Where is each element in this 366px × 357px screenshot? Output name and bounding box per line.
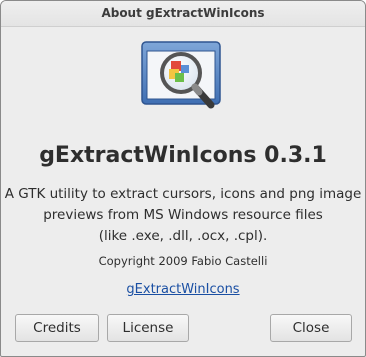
close-button[interactable]: Close bbox=[270, 314, 352, 342]
description-line: A GTK utility to extract cursors, icons … bbox=[4, 186, 362, 202]
credits-button[interactable]: Credits bbox=[15, 314, 99, 342]
app-description: A GTK utility to extract cursors, icons … bbox=[1, 184, 365, 247]
description-line: previews from MS Windows resource files bbox=[43, 207, 323, 223]
magnifier-window-icon bbox=[139, 39, 225, 115]
website-link[interactable]: gExtractWinIcons bbox=[126, 282, 239, 297]
description-line: (like .exe, .dll, .ocx, .cpl). bbox=[98, 228, 268, 244]
title-bar[interactable]: About gExtractWinIcons bbox=[1, 1, 365, 27]
license-button[interactable]: License bbox=[107, 314, 189, 342]
copyright-text: Copyright 2009 Fabio Castelli bbox=[98, 254, 268, 268]
about-dialog: About gExtractWinIcons gExtractWinIcons … bbox=[0, 0, 366, 357]
app-name-version: gExtractWinIcons 0.3.1 bbox=[39, 143, 327, 168]
website-container: gExtractWinIcons bbox=[1, 282, 365, 297]
window-title: About gExtractWinIcons bbox=[101, 5, 265, 20]
